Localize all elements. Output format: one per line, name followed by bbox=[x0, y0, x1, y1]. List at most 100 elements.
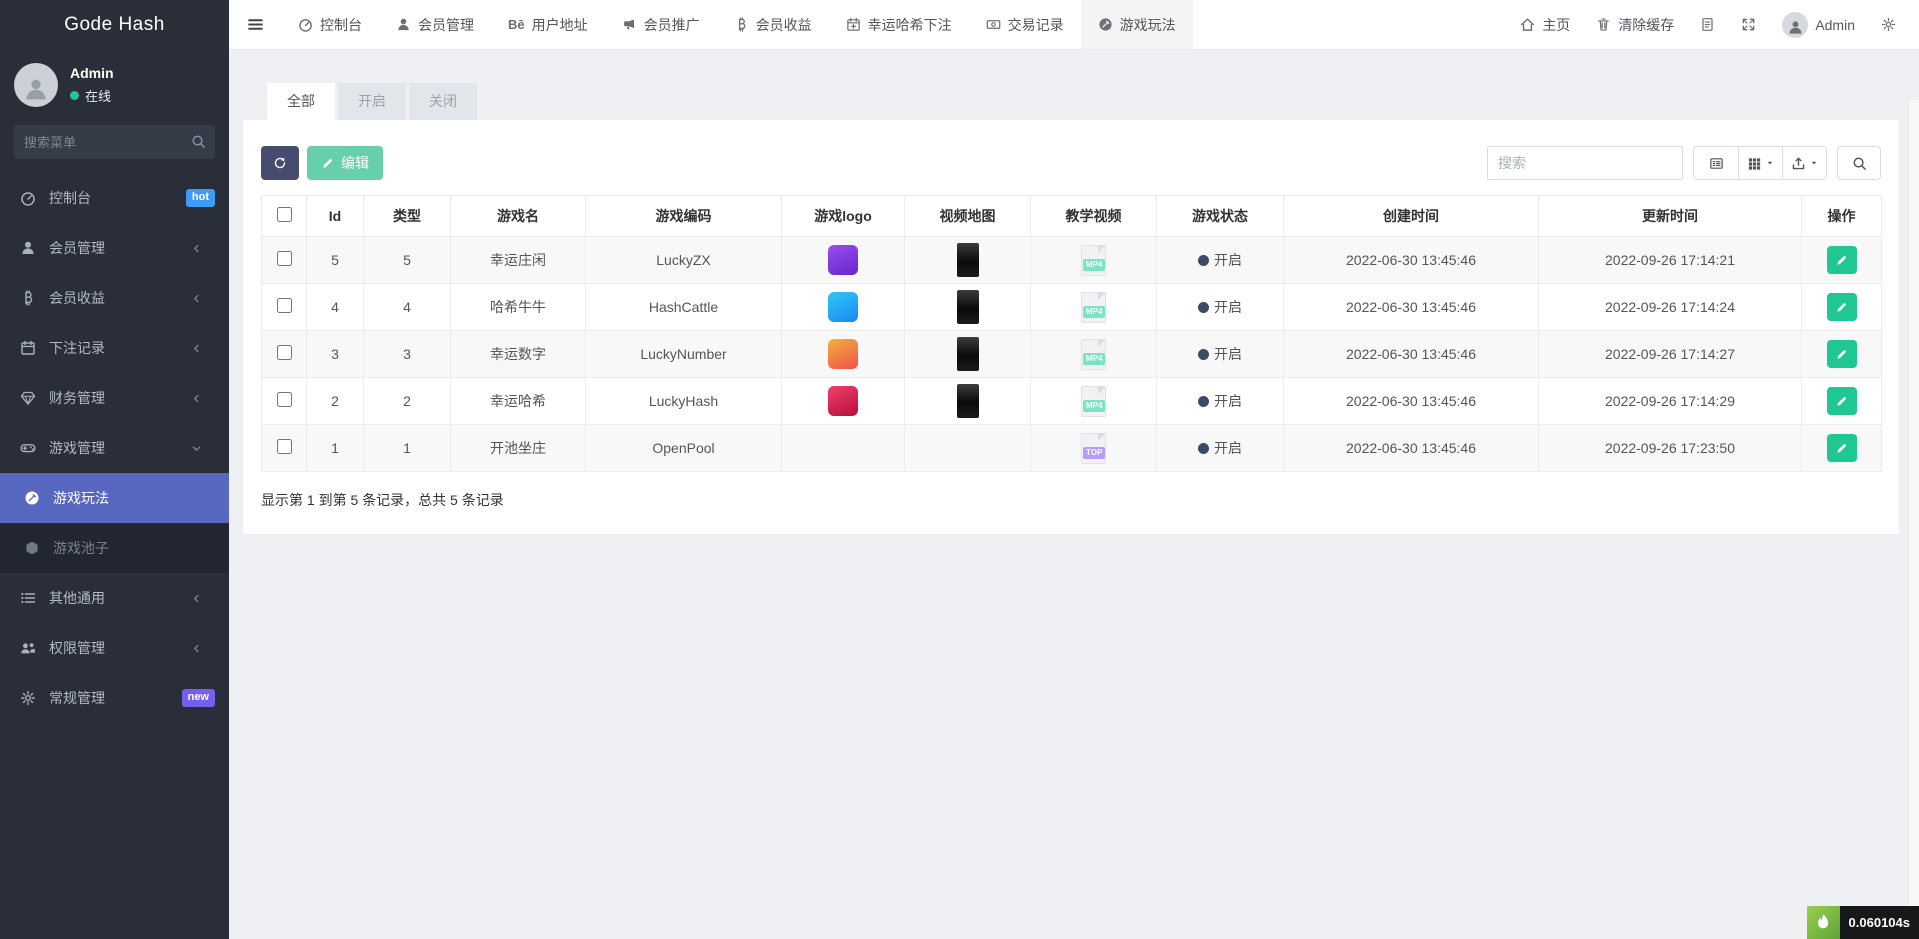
status-cell: 开启 bbox=[1157, 425, 1284, 472]
column-header[interactable]: 游戏状态 bbox=[1157, 196, 1284, 237]
chevron-left-icon bbox=[191, 393, 202, 404]
menu-toggle-button[interactable] bbox=[229, 0, 281, 49]
table-search-input[interactable] bbox=[1487, 146, 1683, 180]
home-link[interactable]: 主页 bbox=[1507, 0, 1583, 49]
gem-icon bbox=[20, 390, 36, 406]
hot-badge: hot bbox=[186, 189, 215, 206]
topnav-item-banknote[interactable]: 交易记录 bbox=[969, 0, 1081, 49]
tutorial-video-cell: MP4 bbox=[1031, 237, 1157, 284]
video-map-thumbnail bbox=[957, 384, 979, 418]
sidebar-item-bitcoin[interactable]: 会员收益 bbox=[0, 273, 229, 323]
edit-row-button[interactable] bbox=[1827, 293, 1857, 321]
column-header[interactable]: 视频地图 bbox=[905, 196, 1031, 237]
scrollbar-track[interactable] bbox=[1908, 100, 1919, 939]
row-checkbox[interactable] bbox=[277, 345, 292, 360]
tutorial-video-file-icon: MP4 bbox=[1081, 339, 1106, 370]
column-header[interactable]: 操作 bbox=[1802, 196, 1882, 237]
sidebar-item-label: 游戏玩法 bbox=[53, 488, 215, 508]
column-header[interactable]: 类型 bbox=[364, 196, 451, 237]
edit-row-button[interactable] bbox=[1827, 434, 1857, 462]
topnav-item-calplus[interactable]: 幸运哈希下注 bbox=[829, 0, 969, 49]
game-logo bbox=[828, 292, 858, 322]
export-button[interactable] bbox=[1782, 147, 1826, 179]
status-cell: 开启 bbox=[1157, 284, 1284, 331]
edit-row-button[interactable] bbox=[1827, 340, 1857, 368]
settings-button[interactable] bbox=[1868, 0, 1909, 49]
sidebar-item-label: 控制台 bbox=[49, 188, 186, 208]
status-label: 开启 bbox=[1214, 344, 1242, 364]
sidebar-item-extras bbox=[191, 643, 215, 654]
debug-time-badge[interactable]: 0.060104s bbox=[1807, 906, 1919, 939]
bitcoin-icon bbox=[734, 17, 749, 32]
search-button[interactable] bbox=[1837, 146, 1881, 180]
topnav-right: 主页 清除缓存 Admin bbox=[1507, 0, 1919, 49]
expand-icon bbox=[1741, 17, 1756, 32]
sidebar-item-user[interactable]: 会员管理 bbox=[0, 223, 229, 273]
status-cell: 开启 bbox=[1157, 378, 1284, 425]
export-icon bbox=[1791, 156, 1806, 171]
topnav-item-circlehash[interactable]: 游戏玩法 bbox=[1081, 0, 1193, 49]
sidebar-item-label: 会员管理 bbox=[49, 238, 191, 258]
pencil-icon bbox=[1835, 254, 1848, 267]
tutorial-video-file-icon: MP4 bbox=[1081, 245, 1106, 276]
sidebar-item-gem[interactable]: 财务管理 bbox=[0, 373, 229, 423]
table-row: 4 4 哈希牛牛 HashCattle MP4 开启 2022-06-30 13… bbox=[262, 284, 1882, 331]
edit-row-button[interactable] bbox=[1827, 387, 1857, 415]
topnav-item-megaphone[interactable]: 会员推广 bbox=[605, 0, 717, 49]
topnav-item-behance[interactable]: Bē用户地址 bbox=[491, 0, 605, 49]
game-logo-cell bbox=[782, 425, 905, 472]
flame-icon[interactable] bbox=[1807, 906, 1840, 939]
column-header[interactable]: 创建时间 bbox=[1284, 196, 1539, 237]
tab-开启[interactable]: 开启 bbox=[338, 83, 406, 120]
sidebar-item-label: 下注记录 bbox=[49, 338, 191, 358]
detail-view-button[interactable] bbox=[1694, 147, 1738, 179]
sidebar-item-circlehash[interactable]: 游戏玩法 bbox=[0, 473, 229, 523]
updated-cell: 2022-09-26 17:14:21 bbox=[1539, 237, 1802, 284]
sidebar-item-gamepad[interactable]: 游戏管理 bbox=[0, 423, 229, 473]
sidebar-search-input[interactable] bbox=[14, 125, 215, 159]
row-checkbox[interactable] bbox=[277, 298, 292, 313]
topnav-item-label: 用户地址 bbox=[532, 15, 588, 35]
tab-全部[interactable]: 全部 bbox=[267, 83, 335, 120]
created-cell: 2022-06-30 13:45:46 bbox=[1284, 378, 1539, 425]
column-header[interactable]: 游戏logo bbox=[782, 196, 905, 237]
table-row: 2 2 幸运哈希 LuckyHash MP4 开启 2022-06-30 13:… bbox=[262, 378, 1882, 425]
debug-time: 0.060104s bbox=[1840, 906, 1919, 939]
edit-row-button[interactable] bbox=[1827, 246, 1857, 274]
row-checkbox[interactable] bbox=[277, 439, 292, 454]
sidebar-item-calendar[interactable]: 下注记录 bbox=[0, 323, 229, 373]
pencil-icon bbox=[1835, 348, 1848, 361]
status-dot bbox=[1198, 255, 1209, 266]
tutorial-video-file-icon: MP4 bbox=[1081, 386, 1106, 417]
topnav-item-dashboard[interactable]: 控制台 bbox=[281, 0, 379, 49]
user-name: Admin bbox=[70, 65, 114, 81]
game-logo-cell bbox=[782, 378, 905, 425]
sidebar-item-list[interactable]: 其他通用 bbox=[0, 573, 229, 623]
search-icon[interactable] bbox=[191, 134, 206, 149]
column-header[interactable]: 游戏名 bbox=[451, 196, 586, 237]
columns-button[interactable] bbox=[1738, 147, 1782, 179]
sidebar-item-dashboard[interactable]: 控制台 hot bbox=[0, 173, 229, 223]
sidebar-item-cube[interactable]: 游戏池子 bbox=[0, 523, 229, 573]
row-checkbox[interactable] bbox=[277, 251, 292, 266]
sidebar-item-cog[interactable]: 常规管理 new bbox=[0, 673, 229, 723]
row-checkbox[interactable] bbox=[277, 392, 292, 407]
column-header[interactable]: Id bbox=[307, 196, 364, 237]
column-header[interactable]: 游戏编码 bbox=[586, 196, 782, 237]
sidebar-item-extras bbox=[191, 243, 215, 254]
table-panel: 编辑 bbox=[243, 120, 1899, 534]
select-all-checkbox[interactable] bbox=[277, 207, 292, 222]
column-header[interactable]: 更新时间 bbox=[1539, 196, 1802, 237]
game-code-cell: OpenPool bbox=[586, 425, 782, 472]
edit-button[interactable]: 编辑 bbox=[307, 146, 383, 180]
topnav-item-bitcoin[interactable]: 会员收益 bbox=[717, 0, 829, 49]
column-header[interactable]: 教学视频 bbox=[1031, 196, 1157, 237]
clear-cache-link[interactable]: 清除缓存 bbox=[1583, 0, 1687, 49]
sidebar-item-users[interactable]: 权限管理 bbox=[0, 623, 229, 673]
tab-关闭[interactable]: 关闭 bbox=[409, 83, 477, 120]
fullscreen-button[interactable] bbox=[1728, 0, 1769, 49]
topnav-item-user[interactable]: 会员管理 bbox=[379, 0, 491, 49]
account-menu[interactable]: Admin bbox=[1769, 0, 1868, 49]
refresh-button[interactable] bbox=[261, 146, 299, 180]
language-button[interactable] bbox=[1687, 0, 1728, 49]
